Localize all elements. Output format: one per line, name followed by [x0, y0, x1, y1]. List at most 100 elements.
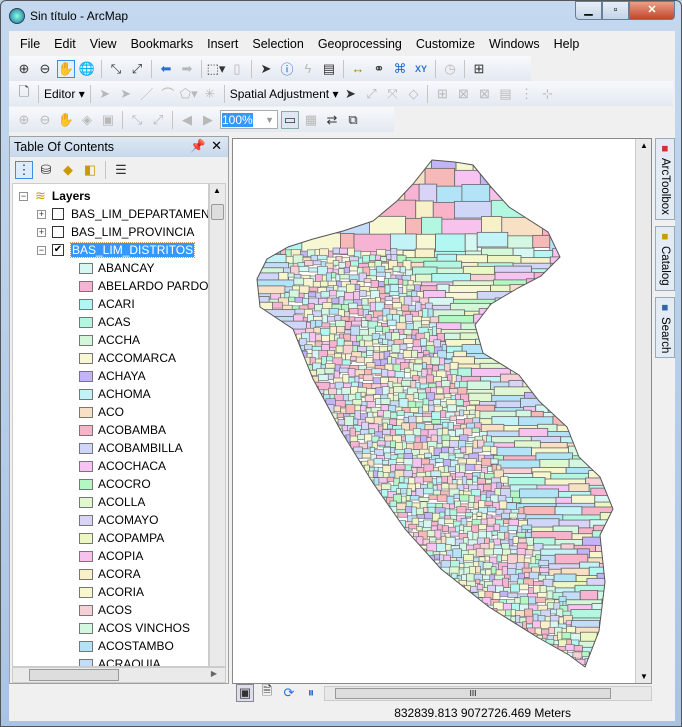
toc-options-icon[interactable]: ☰	[112, 161, 130, 179]
layer-item[interactable]: + BAS_LIM_DEPARTAMENTOS	[37, 205, 208, 223]
identity-link-icon[interactable]: ⊠	[454, 85, 472, 103]
modify-link-icon[interactable]: ⤧	[383, 85, 401, 103]
symbol-swatch[interactable]	[79, 460, 93, 472]
previous-extent-icon[interactable]: ◀	[178, 111, 196, 129]
forward-arrow-icon[interactable]: ➡	[178, 60, 196, 78]
legend-class-item[interactable]: ACORA	[79, 565, 141, 583]
list-by-selection-icon[interactable]: ◧	[81, 161, 99, 179]
map-vertical-scrollbar[interactable]: ▲ ▼	[635, 139, 651, 683]
layout-view-icon[interactable]: 🗎	[258, 683, 276, 702]
identify-icon[interactable]: ⓘ	[278, 60, 296, 78]
trace-icon[interactable]: ⬠▾	[180, 85, 198, 103]
maximize-button[interactable]: ▫	[602, 1, 629, 20]
find-route-icon[interactable]: ⌘	[391, 60, 409, 78]
legend-class-item[interactable]: ACOBAMBILLA	[79, 439, 183, 457]
peru-districts-map[interactable]	[233, 139, 636, 683]
pan-hand-icon[interactable]: ✋	[57, 59, 75, 78]
symbol-swatch[interactable]	[79, 604, 93, 616]
symbol-swatch[interactable]	[79, 532, 93, 544]
layer-item[interactable]: − ✔ BAS_LIM_DISTRITOS	[37, 241, 196, 259]
layout-pan-icon[interactable]: ✋	[57, 111, 75, 129]
search-tab[interactable]: ■ Search	[655, 296, 675, 358]
layers-data-frame[interactable]: − ≋ Layers	[19, 187, 91, 205]
menu-file[interactable]: File	[13, 37, 47, 51]
html-popup-icon[interactable]: ▤	[320, 60, 338, 78]
find-binoculars-icon[interactable]: ⚭	[370, 60, 388, 78]
map-horizontal-scrollbar[interactable]: III	[324, 685, 652, 701]
menu-edit[interactable]: Edit	[47, 37, 83, 51]
symbol-swatch[interactable]	[79, 514, 93, 526]
symbol-swatch[interactable]	[79, 388, 93, 400]
symbol-swatch[interactable]	[79, 442, 93, 454]
symbol-swatch[interactable]	[79, 406, 93, 418]
list-by-visibility-icon[interactable]: ◆	[59, 161, 77, 179]
multi-displacement-icon[interactable]: ◇	[404, 85, 422, 103]
data-view-icon[interactable]: ▣	[236, 684, 254, 702]
zoom-100-icon[interactable]: ▣	[99, 111, 117, 129]
symbol-swatch[interactable]	[79, 334, 93, 346]
time-slider-icon[interactable]: ◷	[441, 60, 459, 78]
clear-links-icon[interactable]: ⊠	[475, 85, 493, 103]
legend-class-item[interactable]: ACRAQUIA	[79, 655, 161, 666]
fixed-zoom-out-icon[interactable]: ⤢	[128, 60, 146, 78]
symbol-swatch[interactable]	[79, 352, 93, 364]
edge-match-icon[interactable]: ⊹	[538, 85, 556, 103]
zoom-out-icon[interactable]: ⊖	[36, 60, 54, 78]
legend-class-item[interactable]: ACOPIA	[79, 547, 143, 565]
map-view[interactable]: ▲ ▼	[232, 138, 652, 684]
legend-class-item[interactable]: ACHOMA	[79, 385, 151, 403]
straight-segment-icon[interactable]: ／	[138, 85, 156, 103]
select-elements-icon[interactable]: ➤	[341, 85, 359, 103]
menu-bookmarks[interactable]: Bookmarks	[124, 37, 201, 51]
symbol-swatch[interactable]	[79, 640, 93, 652]
legend-class-item[interactable]: ACORIA	[79, 583, 144, 601]
legend-class-item[interactable]: ACOCHACA	[79, 457, 166, 475]
link-table-icon[interactable]: ▤	[496, 85, 514, 103]
endpoint-arc-icon[interactable]: ⌒	[159, 85, 177, 103]
symbol-swatch[interactable]	[79, 298, 93, 310]
zoom-in-icon[interactable]: ⊕	[15, 60, 33, 78]
legend-class-item[interactable]: ACOSTAMBO	[79, 637, 174, 655]
toc-close-icon[interactable]: ✕	[211, 138, 222, 154]
layer-item[interactable]: + BAS_LIM_PROVINCIA	[37, 223, 194, 241]
symbol-swatch[interactable]	[79, 424, 93, 436]
symbol-swatch[interactable]	[79, 550, 93, 562]
legend-class-item[interactable]: ACARI	[79, 295, 135, 313]
new-limited-adjustment-icon[interactable]: ⊞	[433, 85, 451, 103]
symbol-swatch[interactable]	[79, 316, 93, 328]
zoom-percent-combo[interactable]: 100% ▼	[220, 110, 278, 129]
menu-help[interactable]: Help	[547, 37, 587, 51]
catalog-tab[interactable]: ■ Catalog	[655, 225, 675, 291]
hyperlink-icon[interactable]: ϟ	[299, 60, 317, 78]
symbol-swatch[interactable]	[79, 622, 93, 634]
editor-menu[interactable]: Editor ▾	[44, 87, 85, 101]
pin-icon[interactable]: 📌	[190, 139, 206, 154]
symbol-swatch[interactable]	[79, 262, 93, 274]
symbol-swatch[interactable]	[79, 658, 93, 666]
select-features-icon[interactable]: ⬚▾	[207, 60, 226, 78]
go-to-xy-icon[interactable]: XY	[412, 60, 430, 78]
layer-visibility-checkbox[interactable]	[52, 208, 64, 220]
toggle-draft-mode-icon[interactable]: ▭	[281, 110, 299, 129]
symbol-swatch[interactable]	[79, 478, 93, 490]
menu-selection[interactable]: Selection	[245, 37, 310, 51]
expand-icon[interactable]: +	[37, 209, 46, 219]
collapse-icon[interactable]: −	[37, 245, 46, 255]
symbol-swatch[interactable]	[79, 280, 93, 292]
expand-icon[interactable]: +	[37, 227, 46, 237]
full-extent-globe-icon[interactable]: 🌐	[78, 60, 96, 78]
symbol-swatch[interactable]	[79, 496, 93, 508]
next-extent-icon[interactable]: ▶	[199, 111, 217, 129]
new-document-icon[interactable]: 🗋	[15, 84, 33, 103]
clear-selection-icon[interactable]: ▯	[228, 60, 246, 78]
menu-windows[interactable]: Windows	[482, 37, 547, 51]
menu-customize[interactable]: Customize	[409, 37, 482, 51]
legend-class-item[interactable]: ACHAYA	[79, 367, 146, 385]
change-layout-icon[interactable]: ⇄	[323, 111, 341, 129]
symbol-swatch[interactable]	[79, 370, 93, 382]
layer-visibility-checkbox[interactable]: ✔	[52, 244, 64, 256]
symbol-swatch[interactable]	[79, 568, 93, 580]
magnifier-window-icon[interactable]: ⊞	[470, 60, 488, 78]
edit-annotation-icon[interactable]: ➤	[117, 85, 135, 103]
menu-view[interactable]: View	[83, 37, 124, 51]
